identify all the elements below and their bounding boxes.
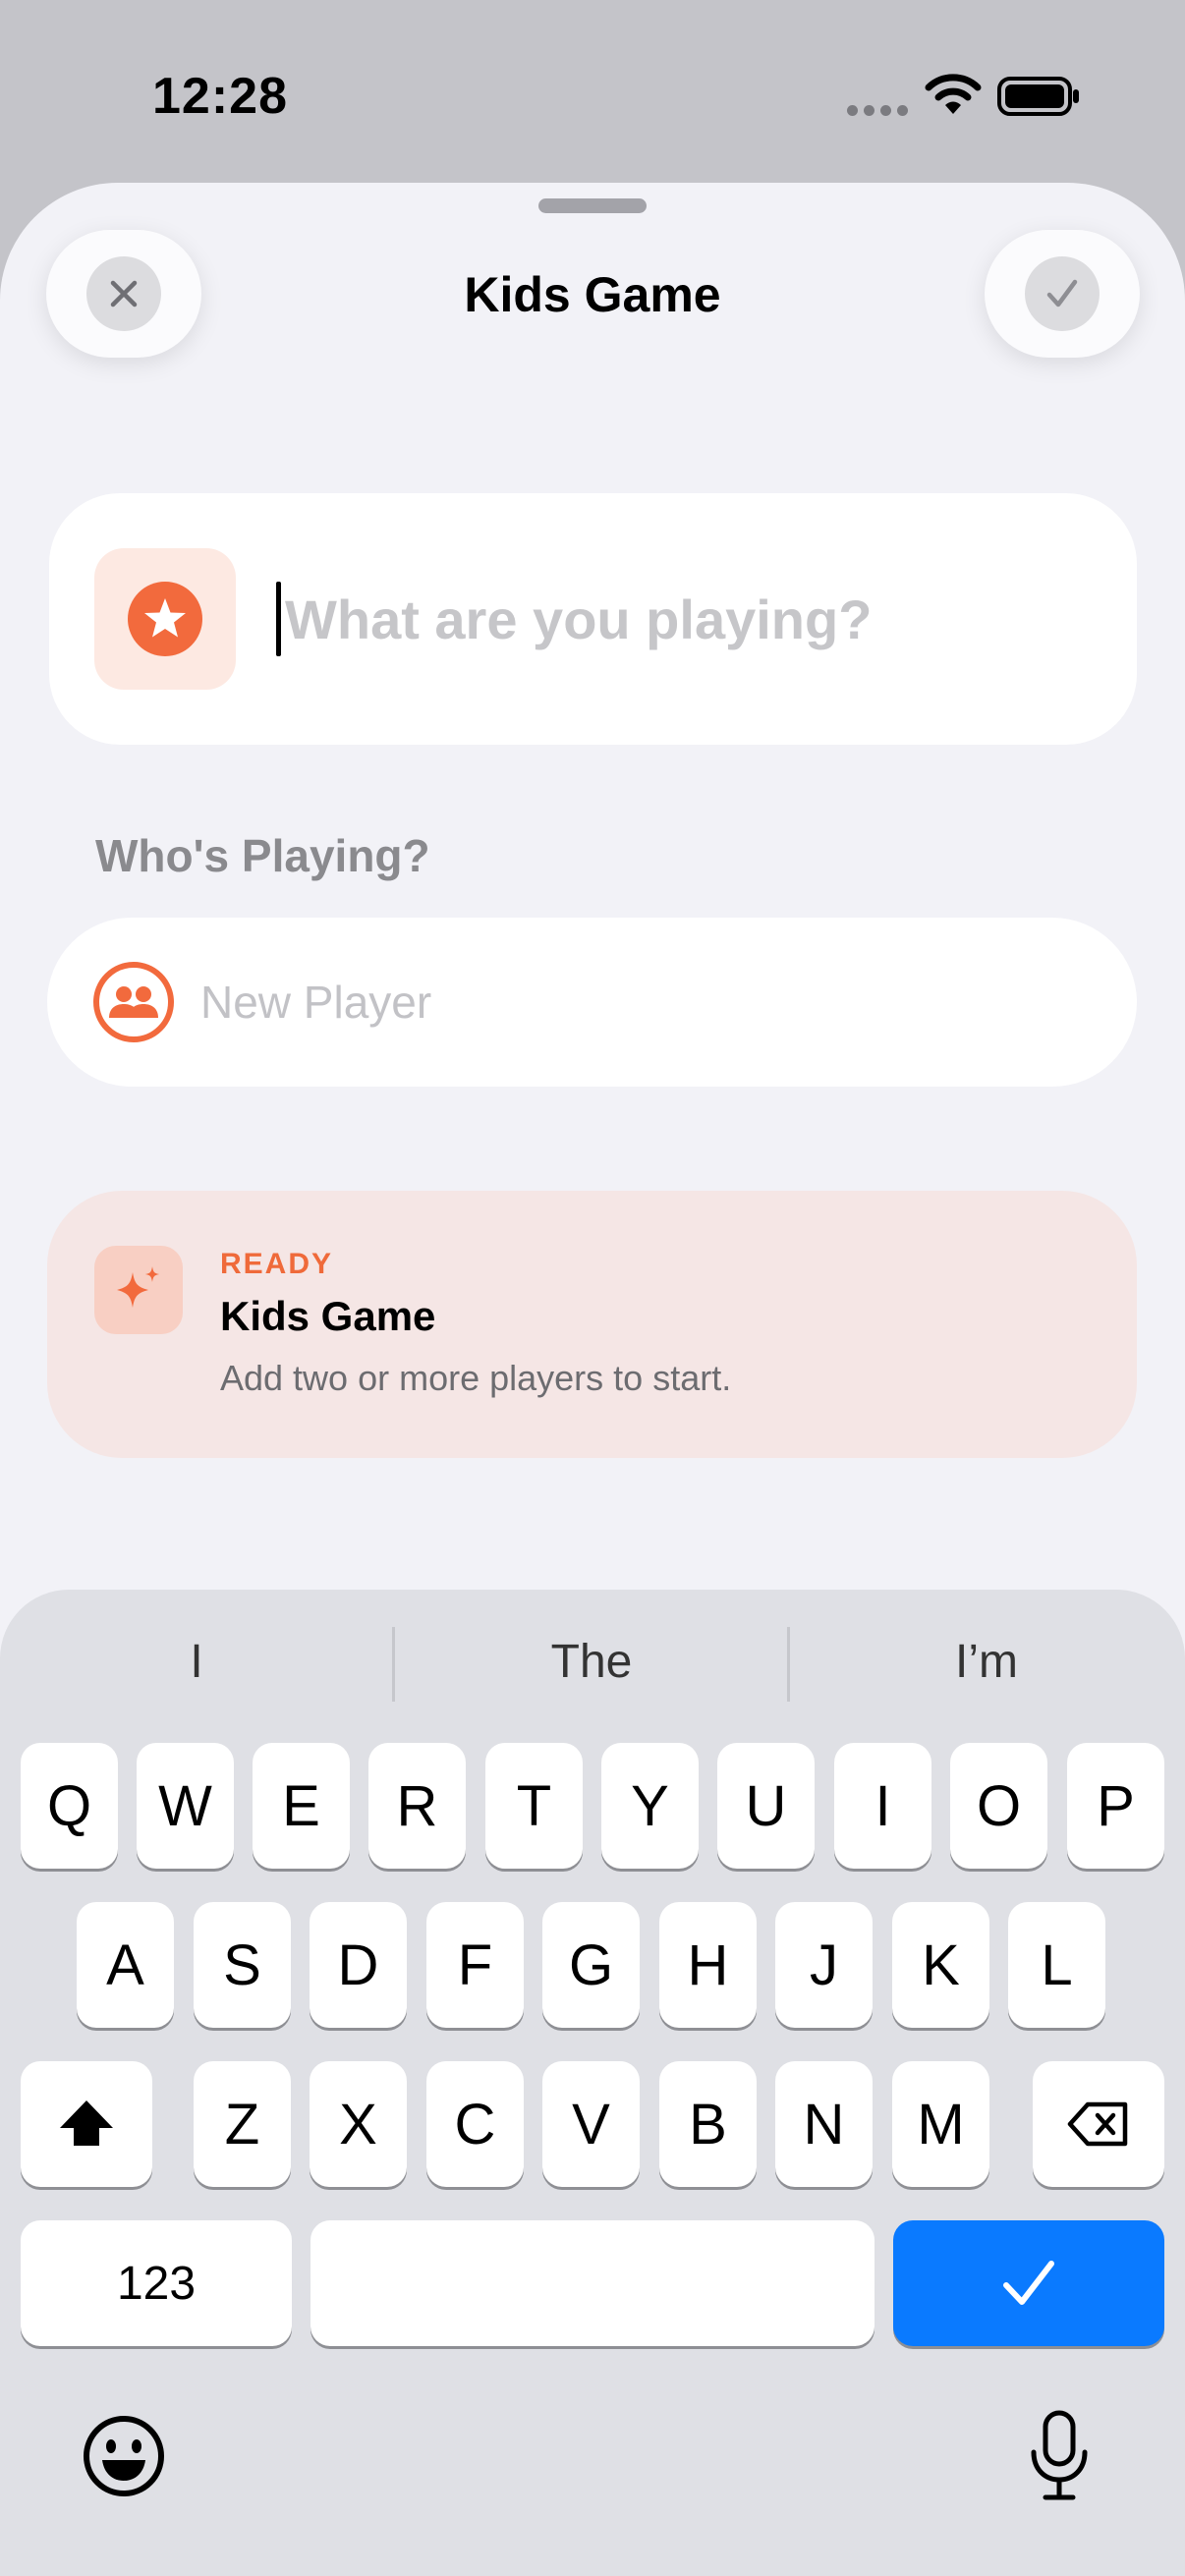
microphone-icon[interactable] [1022,2409,1097,2503]
cellular-signal-icon [847,103,914,121]
ready-title: Kids Game [220,1293,436,1339]
key-t[interactable]: T [485,1743,583,1869]
done-button[interactable] [985,230,1140,358]
key-h[interactable]: H [659,1902,757,2028]
key-m[interactable]: M [892,2061,989,2187]
ready-icon-tile [94,1246,183,1334]
star-circle-icon [128,582,202,656]
status-bar: 12:28 [0,0,1185,187]
suggestion-2[interactable]: The [405,1635,778,1689]
key-n[interactable]: N [775,2061,873,2187]
keyboard: I The I’m Q W E R T Y U I O P A S D F G … [0,1590,1185,2576]
players-section-label: Who's Playing? [95,830,430,881]
delete-icon [1067,2101,1128,2147]
key-u[interactable]: U [717,1743,815,1869]
suggestion-1[interactable]: I [10,1635,383,1689]
suggestion-divider [392,1627,395,1702]
key-f[interactable]: F [426,1902,524,2028]
shift-key[interactable] [21,2061,152,2187]
checkmark-icon [1046,279,1078,308]
ready-kicker: READY [220,1248,334,1280]
sparkles-icon [117,1266,159,1308]
key-l[interactable]: L [1008,1902,1105,2028]
key-g[interactable]: G [542,1902,640,2028]
key-r[interactable]: R [368,1743,466,1869]
key-i[interactable]: I [834,1743,931,1869]
key-s[interactable]: S [194,1902,291,2028]
numbers-key[interactable]: 123 [21,2220,292,2346]
suggestion-3[interactable]: I’m [800,1635,1173,1689]
new-player-row[interactable] [47,918,1137,1087]
ready-subtitle: Add two or more players to start. [220,1358,732,1398]
checkmark-icon [1003,2261,1054,2305]
shift-icon [60,2100,113,2146]
people-icon [93,962,174,1042]
key-a[interactable]: A [77,1902,174,2028]
emoji-icon[interactable] [81,2413,167,2499]
key-o[interactable]: O [950,1743,1047,1869]
key-w[interactable]: W [137,1743,234,1869]
key-x[interactable]: X [310,2061,407,2187]
key-j[interactable]: J [775,1902,873,2028]
key-v[interactable]: V [542,2061,640,2187]
key-q[interactable]: Q [21,1743,118,1869]
status-time: 12:28 [152,68,288,125]
key-p[interactable]: P [1067,1743,1164,1869]
key-z[interactable]: Z [194,2061,291,2187]
key-b[interactable]: B [659,2061,757,2187]
game-icon-button[interactable] [94,548,236,690]
game-name-card [49,493,1137,745]
text-cursor [276,582,281,656]
done-button-circle [1025,256,1100,331]
space-key[interactable] [310,2220,875,2346]
return-key[interactable] [893,2220,1164,2346]
battery-icon [997,77,1079,116]
key-y[interactable]: Y [601,1743,699,1869]
key-c[interactable]: C [426,2061,524,2187]
new-player-input[interactable] [200,965,1085,1039]
game-name-input[interactable] [285,580,1091,658]
suggestion-divider [787,1627,790,1702]
key-e[interactable]: E [253,1743,350,1869]
ready-card: READY Kids Game Add two or more players … [47,1191,1137,1458]
delete-key[interactable] [1033,2061,1164,2187]
wifi-icon [925,74,982,114]
key-k[interactable]: K [892,1902,989,2028]
key-d[interactable]: D [310,1902,407,2028]
sheet-grabber[interactable] [538,198,647,213]
